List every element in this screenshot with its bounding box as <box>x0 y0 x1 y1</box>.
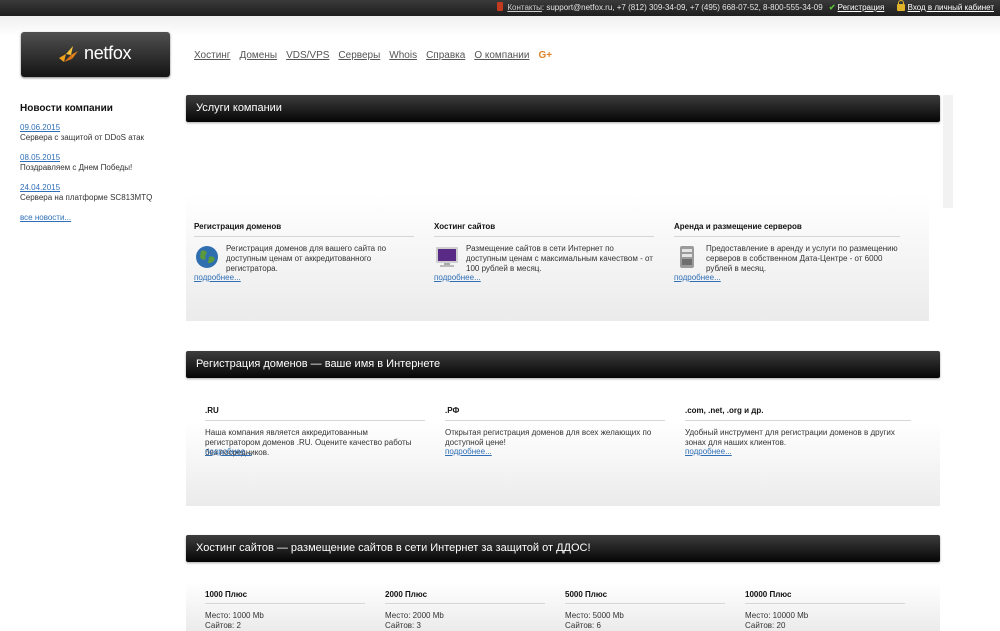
divider <box>685 420 911 421</box>
hosting-header: Хостинг сайтов — размещение сайтов в сет… <box>186 535 940 562</box>
services-header: Услуги компании <box>186 95 940 122</box>
domain-zone-title: .com, .net, .org и др. <box>685 406 764 415</box>
plan-space: Место: 1000 Mb <box>205 611 264 620</box>
monitor-icon <box>436 247 458 267</box>
more-link[interactable]: подробнее... <box>445 447 492 456</box>
news-date-link[interactable]: 09.06.2015 <box>20 123 60 132</box>
plan-sites: Сайтов: 2 <box>205 621 241 630</box>
divider <box>385 603 545 604</box>
plan-space: Место: 2000 Mb <box>385 611 444 620</box>
more-link[interactable]: подробнее... <box>674 273 721 282</box>
news-text: Сервера с защитой от DDoS атак <box>20 133 145 142</box>
plan-name: 1000 Плюс <box>205 590 248 599</box>
divider <box>745 603 905 604</box>
divider <box>434 236 654 237</box>
service-title: Хостинг сайтов <box>434 222 496 231</box>
divider <box>194 236 414 237</box>
plan-name: 10000 Плюс <box>745 590 792 599</box>
domains-header: Регистрация доменов — ваше имя в Интерне… <box>186 351 940 378</box>
nav-hosting[interactable]: Хостинг <box>194 50 230 61</box>
more-link[interactable]: подробнее... <box>194 273 241 282</box>
fox-logo-icon <box>59 46 78 62</box>
news-text: Поздравляем с Днем Победы! <box>20 163 133 172</box>
more-link[interactable]: подробнее... <box>205 447 252 456</box>
all-news-link[interactable]: все новости... <box>20 213 71 222</box>
more-link[interactable]: подробнее... <box>685 447 732 456</box>
hosting-panel <box>186 550 940 631</box>
top-bar-right: Контакты: support@netfox.ru, +7 (812) 30… <box>497 0 994 16</box>
divider <box>565 603 725 604</box>
divider <box>445 420 665 421</box>
nav-help[interactable]: Справка <box>426 50 465 61</box>
contacts-link[interactable]: Контакты <box>507 3 542 12</box>
panel-edge <box>943 95 953 208</box>
news-heading: Новости компании <box>20 103 113 114</box>
plan-name: 2000 Плюс <box>385 590 428 599</box>
service-title: Регистрация доменов <box>194 222 282 231</box>
news-item: 09.06.2015 Сервера с защитой от DDoS ата… <box>20 123 170 142</box>
logo-wordmark: netfox <box>84 43 132 63</box>
news-date-link[interactable]: 24.04.2015 <box>20 183 60 192</box>
server-icon <box>680 246 694 268</box>
service-desc: Размещение сайтов в сети Интернет по дос… <box>466 244 653 273</box>
domain-zone-desc: Удобный инструмент для регистрации домен… <box>685 428 895 447</box>
service-desc: Предоставление в аренду и услуги по разм… <box>706 244 898 273</box>
news-text: Сервера на платформе SC813MTQ <box>20 193 153 202</box>
plan-sites: Сайтов: 6 <box>565 621 601 630</box>
lock-icon <box>896 0 905 11</box>
news-date-link[interactable]: 08.05.2015 <box>20 153 60 162</box>
service-desc: Регистрация доменов для вашего сайта по … <box>226 244 387 273</box>
phone-icon <box>497 2 504 11</box>
top-bar: Контакты: support@netfox.ru, +7 (812) 30… <box>0 0 1000 16</box>
nav-vds[interactable]: VDS/VPS <box>286 50 329 61</box>
divider <box>205 420 425 421</box>
domain-zone-title: .РФ <box>445 406 460 415</box>
plan-space: Место: 5000 Mb <box>565 611 624 620</box>
check-icon: ✔ <box>828 3 836 12</box>
contacts-text: : support@netfox.ru, +7 (812) 309-34-09,… <box>541 3 823 12</box>
plan-name: 5000 Плюс <box>565 590 608 599</box>
nav-whois[interactable]: Whois <box>389 50 417 61</box>
register-link[interactable]: Регистрация <box>838 3 885 12</box>
nav-about[interactable]: О компании <box>474 50 529 61</box>
globe-icon <box>196 246 218 268</box>
domain-zone-title: .RU <box>205 406 219 415</box>
gplus-link[interactable]: G+ <box>538 50 552 61</box>
nav-servers[interactable]: Серверы <box>338 50 380 61</box>
news-sidebar: Новости компании 09.06.2015 Сервера с за… <box>20 103 170 222</box>
news-item: 24.04.2015 Сервера на платформе SC813MTQ <box>20 183 170 202</box>
divider <box>205 603 365 604</box>
plan-sites: Сайтов: 20 <box>745 621 786 630</box>
login-link[interactable]: Вход в личный кабинет <box>908 3 994 12</box>
services-panel <box>186 110 929 321</box>
more-link[interactable]: подробнее... <box>434 273 481 282</box>
domain-zone-desc: Открытая регистрация доменов для всех же… <box>445 428 652 447</box>
logo[interactable]: netfox <box>21 32 170 77</box>
news-item: 08.05.2015 Поздравляем с Днем Победы! <box>20 153 170 172</box>
divider <box>674 236 900 237</box>
service-title: Аренда и размещение серверов <box>674 222 802 231</box>
nav-domains[interactable]: Домены <box>239 50 277 61</box>
plan-space: Место: 10000 Mb <box>745 611 809 620</box>
main-nav: Хостинг Домены VDS/VPS Серверы Whois Справка О… <box>194 50 561 61</box>
plan-sites: Сайтов: 3 <box>385 621 421 630</box>
